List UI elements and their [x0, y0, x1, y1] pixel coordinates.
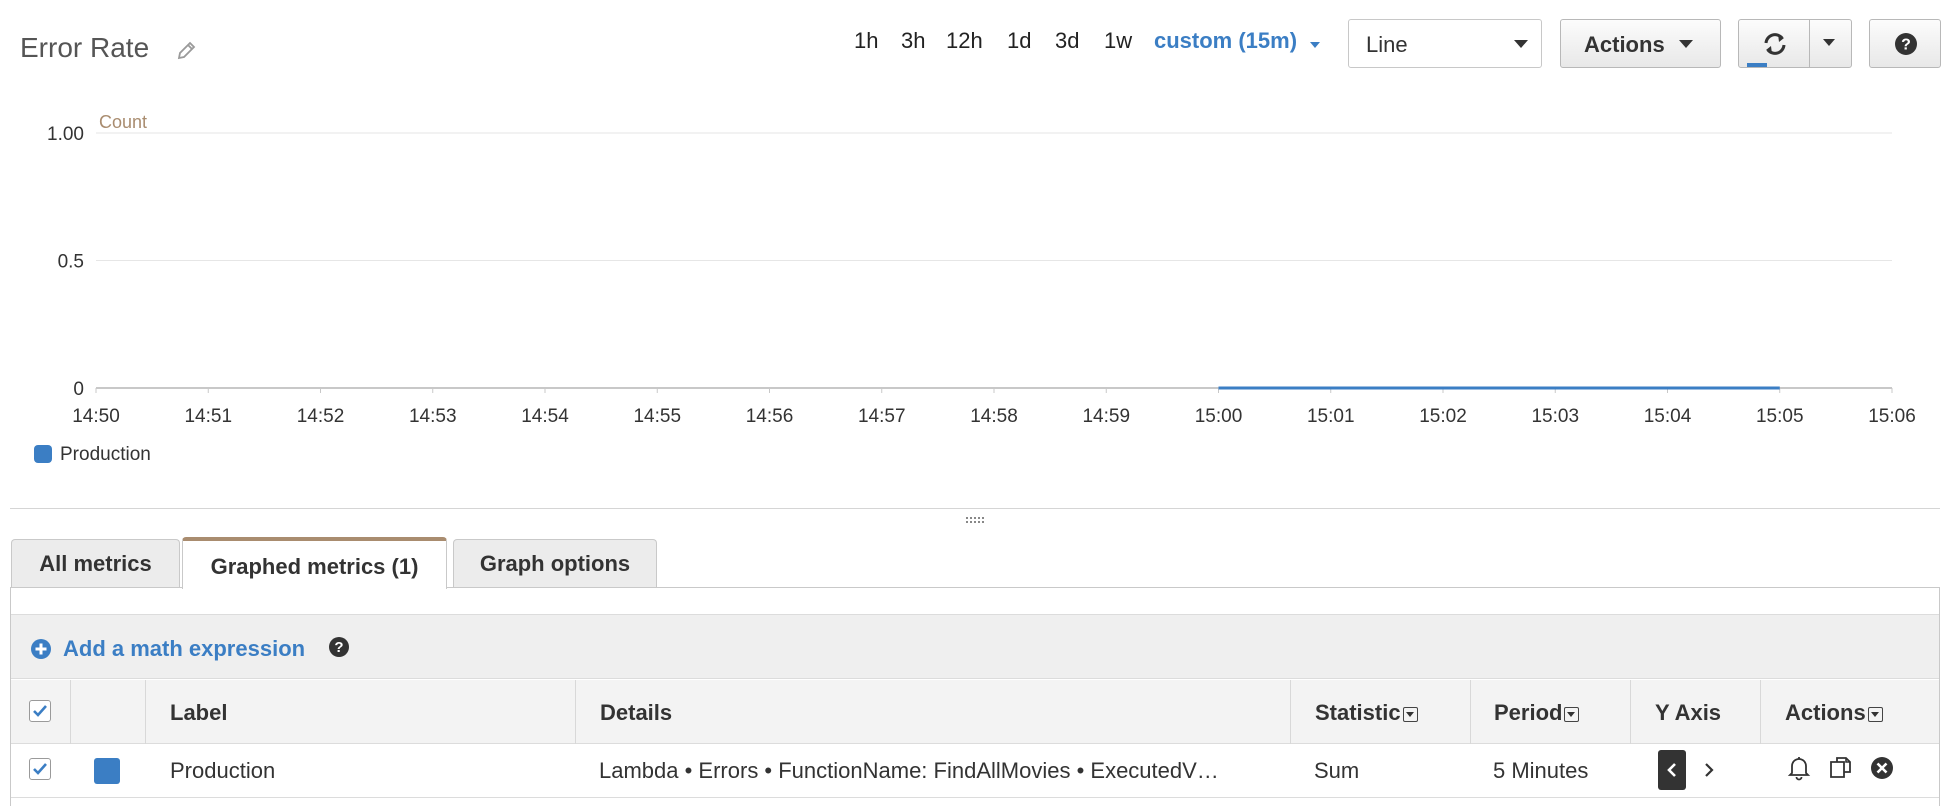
bell-icon[interactable] — [1787, 755, 1811, 781]
close-circle-icon[interactable] — [1870, 756, 1894, 780]
legend-label[interactable]: Production — [60, 444, 151, 466]
column-separator — [145, 680, 146, 744]
column-header-actions-label: Actions — [1785, 700, 1866, 725]
refresh-button[interactable] — [1738, 19, 1810, 68]
x-tick-label: 14:58 — [970, 406, 1018, 427]
legend-swatch-production[interactable] — [34, 445, 52, 463]
y-tick-label: 1.00 — [47, 124, 84, 145]
x-tick-label: 14:53 — [409, 406, 457, 427]
checkmark-icon — [33, 705, 47, 717]
question-circle-icon[interactable]: ? — [328, 636, 350, 658]
chevron-down-icon[interactable] — [1310, 42, 1320, 48]
row-period[interactable]: 5 Minutes — [1493, 758, 1588, 784]
chart-type-value: Line — [1366, 32, 1408, 57]
x-tick-label: 14:50 — [72, 406, 120, 427]
actions-button[interactable]: Actions — [1560, 19, 1721, 68]
range-12h[interactable]: 12h — [946, 28, 983, 54]
panel-divider — [10, 508, 1940, 509]
x-tick-label: 15:01 — [1307, 406, 1355, 427]
chevron-right-icon — [1705, 763, 1714, 777]
column-header-statistic[interactable]: Statistic — [1315, 700, 1418, 726]
row-checkbox[interactable] — [29, 758, 51, 780]
y-axis-left-button[interactable] — [1658, 750, 1686, 790]
pencil-icon[interactable] — [175, 38, 199, 62]
chevron-down-icon — [1679, 40, 1693, 48]
column-header-details: Details — [600, 700, 673, 725]
plus-circle-icon[interactable] — [30, 638, 52, 660]
tab-graph-options[interactable]: Graph options — [453, 539, 657, 587]
range-3h[interactable]: 3h — [901, 28, 925, 54]
sort-dropdown-icon[interactable] — [1564, 706, 1580, 722]
chevron-down-icon — [1514, 40, 1528, 48]
x-tick-label: 14:59 — [1082, 406, 1130, 427]
x-tick-label: 14:55 — [633, 406, 681, 427]
help-button[interactable]: ? — [1869, 19, 1941, 68]
graph-title: Error Rate — [20, 32, 150, 63]
column-separator — [1290, 680, 1291, 744]
checkmark-icon — [33, 763, 47, 775]
add-math-expression-link[interactable]: Add a math expression — [63, 636, 305, 662]
tab-graphed-metrics[interactable]: Graphed metrics (1) — [182, 537, 447, 589]
range-1d[interactable]: 1d — [1007, 28, 1031, 54]
copy-icon[interactable] — [1828, 755, 1854, 781]
x-tick-label: 15:04 — [1644, 406, 1692, 427]
column-header-label: Label — [170, 700, 228, 725]
refresh-interval-dropdown[interactable] — [1809, 19, 1852, 68]
column-header-statistic-label: Statistic — [1315, 700, 1401, 725]
svg-text:?: ? — [1901, 37, 1911, 54]
range-3d[interactable]: 3d — [1055, 28, 1079, 54]
column-header-actions[interactable]: Actions — [1785, 700, 1883, 726]
x-tick-label: 15:02 — [1419, 406, 1467, 427]
y-tick-label: 0.5 — [58, 252, 84, 273]
refresh-icon — [1764, 33, 1786, 55]
column-header-period-label: Period — [1494, 700, 1563, 725]
select-all-checkbox[interactable] — [29, 700, 51, 722]
y-tick-label: 0 — [73, 379, 84, 400]
range-custom[interactable]: custom (15m) — [1154, 28, 1297, 54]
metrics-table-header — [11, 680, 1939, 744]
tab-all-metrics[interactable]: All metrics — [11, 539, 180, 587]
x-tick-label: 14:52 — [297, 406, 345, 427]
range-1w[interactable]: 1w — [1104, 28, 1132, 54]
column-separator — [1630, 680, 1631, 744]
resize-handle[interactable] — [966, 517, 984, 523]
column-header-y-axis: Y Axis — [1655, 700, 1722, 725]
y-axis-right-button[interactable] — [1695, 750, 1723, 790]
question-circle-icon: ? — [1895, 33, 1917, 55]
row-statistic[interactable]: Sum — [1314, 758, 1359, 784]
svg-text:?: ? — [334, 639, 343, 656]
y-axis-unit-label: Count — [99, 112, 147, 132]
x-tick-label: 14:56 — [746, 406, 794, 427]
sort-dropdown-icon[interactable] — [1402, 706, 1418, 722]
refresh-progress — [1747, 63, 1767, 67]
column-separator — [575, 680, 576, 744]
x-tick-label: 15:05 — [1756, 406, 1804, 427]
sort-dropdown-icon[interactable] — [1867, 706, 1883, 722]
series-color-swatch[interactable] — [94, 758, 120, 784]
chevron-down-icon — [1823, 39, 1835, 46]
chart-type-select[interactable]: Line — [1348, 19, 1542, 68]
row-details: Lambda • Errors • FunctionName: FindAllM… — [599, 758, 1219, 783]
column-separator — [70, 680, 71, 744]
column-header-period[interactable]: Period — [1494, 700, 1580, 726]
row-label[interactable]: Production — [170, 758, 275, 784]
column-separator — [1760, 680, 1761, 744]
chevron-left-icon — [1667, 763, 1676, 777]
x-tick-label: 14:51 — [184, 406, 232, 427]
x-tick-label: 14:54 — [521, 406, 569, 427]
x-tick-label: 15:03 — [1531, 406, 1579, 427]
column-separator — [1470, 680, 1471, 744]
actions-label: Actions — [1584, 32, 1665, 57]
range-1h[interactable]: 1h — [854, 28, 878, 54]
x-tick-label: 15:06 — [1868, 406, 1916, 427]
x-tick-label: 14:57 — [858, 406, 906, 427]
error-rate-chart: Count 1.00 0.5 0 14:50 14:51 14:52 14:53 14:54 14… — [47, 112, 1916, 427]
x-tick-label: 15:00 — [1195, 406, 1243, 427]
